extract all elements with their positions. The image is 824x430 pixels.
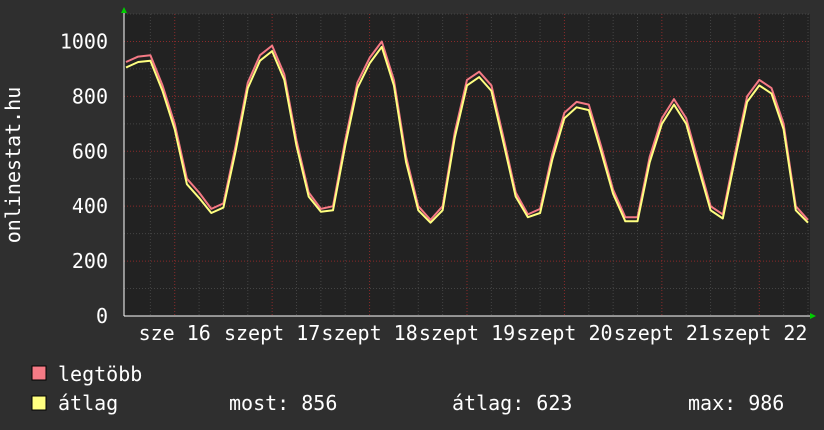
x-tick-label: szept 17 <box>224 321 320 345</box>
y-tick-label: 200 <box>72 249 108 273</box>
x-tick-label: szept 19 <box>419 321 515 345</box>
legend: legtöbb átlag <box>31 362 142 415</box>
y-tick-label: 0 <box>96 304 108 328</box>
stat-most: most: 856 <box>229 391 337 415</box>
x-tick-label: szept 21 <box>614 321 710 345</box>
y-axis-label: onlinestat.hu <box>1 87 25 244</box>
x-tick-label: szept 22 <box>711 321 807 345</box>
stat-atlag: átlag: 623 <box>452 391 572 415</box>
y-tick-label: 1000 <box>60 29 108 53</box>
stat-max: max: 986 <box>688 391 784 415</box>
legend-item-avg-series: átlag <box>31 391 118 415</box>
x-axis-arrow-icon <box>810 313 816 319</box>
x-tick-labels: sze 16 szept 17 szept 18 szept 19 szept 20 sz… <box>139 321 808 345</box>
y-tick-label: 600 <box>72 139 108 163</box>
legend-item-max-series: legtöbb <box>31 362 142 386</box>
x-tick-label: szept 20 <box>516 321 612 345</box>
y-tick-label: 800 <box>72 84 108 108</box>
legend-swatch-legtobb <box>31 365 47 381</box>
chart-root: 0 200 400 600 800 1000 sze 16 szept 17 szept 18… <box>1 7 816 415</box>
legend-swatch-atlag <box>31 395 47 411</box>
y-tick-label: 400 <box>72 194 108 218</box>
y-tick-labels: 0 200 400 600 800 1000 <box>60 29 108 328</box>
legend-label-atlag: átlag <box>58 391 118 415</box>
y-axis-arrow-icon <box>121 7 127 13</box>
x-tick-label: szept 18 <box>321 321 417 345</box>
legend-label-legtobb: legtöbb <box>58 362 142 386</box>
x-tick-label: sze 16 <box>139 321 211 345</box>
